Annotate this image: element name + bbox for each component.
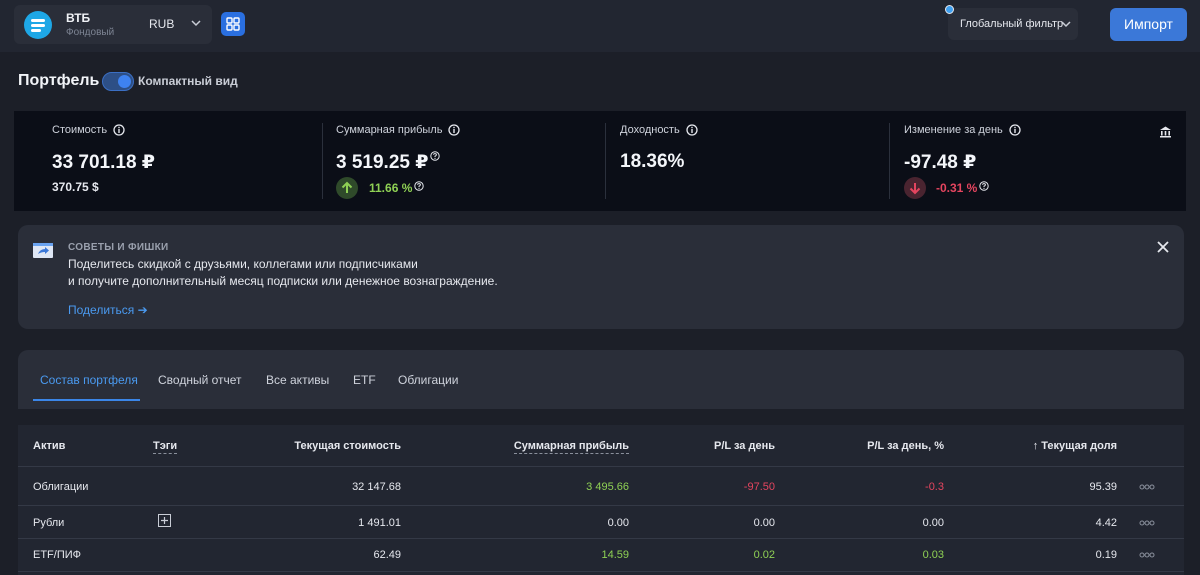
cell-pl-day: 0.00 xyxy=(753,517,775,529)
currency-select[interactable]: RUB xyxy=(149,17,174,31)
tab-bonds[interactable]: Облигации xyxy=(398,373,458,387)
add-tag-icon[interactable] xyxy=(158,514,171,527)
tab-bar: Состав портфеля Сводный отчет Все активы… xyxy=(18,350,1184,409)
cell-total-profit: 3 495.66 xyxy=(586,481,629,493)
widgets-button[interactable] xyxy=(221,12,245,36)
toggle-knob xyxy=(118,75,131,88)
cell-asset[interactable]: ETF/ПИФ xyxy=(33,549,81,561)
cell-share: 0.19 xyxy=(1095,549,1117,561)
more-options-icon[interactable] xyxy=(1139,484,1155,490)
stat-profit-label-text: Суммарная прибыль xyxy=(336,124,443,136)
stat-profit-label: Суммарная прибыль xyxy=(336,124,461,136)
holdings-table: Актив Тэги Текущая стоимость Суммарная п… xyxy=(18,425,1184,575)
chevron-down-icon[interactable] xyxy=(190,17,202,29)
info-icon[interactable] xyxy=(448,124,461,136)
tab-summary-report[interactable]: Сводный отчет xyxy=(158,373,242,387)
arrow-down-icon xyxy=(904,177,926,199)
col-pl-day-pct[interactable]: P/L за день, % xyxy=(867,440,944,452)
info-icon[interactable] xyxy=(113,124,125,136)
col-current-share[interactable]: ↑ Текущая доля xyxy=(1033,440,1117,452)
more-options-icon[interactable] xyxy=(1139,520,1155,526)
global-filter-label: Глобальный фильтр xyxy=(960,18,1064,30)
table-row[interactable]: Рубли 1 491.01 0.00 0.00 0.00 4.42 xyxy=(18,507,1184,539)
help-icon[interactable] xyxy=(414,181,425,191)
stat-day-change-label: Изменение за день xyxy=(904,124,1021,136)
stat-profit-main: 3 519.25 ₽ xyxy=(336,151,441,174)
page-title: Портфель xyxy=(18,72,100,89)
tips-title: СОВЕТЫ И ФИШКИ xyxy=(68,242,169,253)
info-icon[interactable] xyxy=(686,124,698,136)
table-header-row: Актив Тэги Текущая стоимость Суммарная п… xyxy=(18,425,1184,467)
active-tab-indicator xyxy=(33,399,140,401)
import-button[interactable]: Импорт xyxy=(1110,8,1187,41)
col-total-profit[interactable]: Суммарная прибыль xyxy=(513,440,629,454)
tips-text-line2: и получите дополнительный месяц подписки… xyxy=(68,274,498,288)
stats-panel: Стоимость 33 701.18 ₽ 370.75 $ Суммарная… xyxy=(14,111,1186,211)
cell-asset[interactable]: Рубли xyxy=(33,517,64,529)
col-tags[interactable]: Тэги xyxy=(153,440,178,454)
broker-name: ВТБ xyxy=(66,11,91,25)
col-current-value[interactable]: Текущая стоимость xyxy=(294,440,401,452)
divider xyxy=(605,123,606,199)
cell-share: 4.42 xyxy=(1095,517,1117,529)
compact-view-label: Компактный вид xyxy=(138,74,238,88)
cell-current-value: 1 491.01 xyxy=(358,517,401,529)
broker-type: Фондовый xyxy=(66,27,115,38)
tab-all-assets[interactable]: Все активы xyxy=(266,373,329,387)
cell-share: 95.39 xyxy=(1089,481,1117,493)
stat-yield-label-text: Доходность xyxy=(620,124,680,136)
more-options-icon[interactable] xyxy=(1139,552,1155,558)
stat-value-label: Стоимость xyxy=(52,124,125,136)
cell-pl-day-pct: 0.00 xyxy=(922,517,944,529)
tips-text-line1: Поделитесь скидкой с друзьями, коллегами… xyxy=(68,257,418,271)
broker-selector[interactable]: ВТБ Фондовый RUB xyxy=(14,5,212,44)
tips-card: СОВЕТЫ И ФИШКИ Поделитесь скидкой с друз… xyxy=(18,225,1184,329)
stat-yield-label: Доходность xyxy=(620,124,698,136)
cell-asset[interactable]: Облигации xyxy=(33,481,88,493)
stat-value-label-text: Стоимость xyxy=(52,124,108,136)
cell-pl-day-pct: -0.3 xyxy=(925,481,944,493)
tab-etf[interactable]: ETF xyxy=(353,373,376,387)
cell-pl-day: 0.02 xyxy=(753,549,775,561)
cell-total-profit: 14.59 xyxy=(601,549,629,561)
divider xyxy=(322,123,323,199)
filter-indicator-dot xyxy=(945,5,954,14)
global-filter[interactable]: Глобальный фильтр xyxy=(945,5,1078,40)
stat-profit-percent: 11.66 % xyxy=(369,181,425,195)
share-link[interactable]: Поделиться ➔ xyxy=(68,303,148,317)
stat-day-change-label-text: Изменение за день xyxy=(904,124,1003,136)
info-icon[interactable] xyxy=(1009,124,1021,136)
divider xyxy=(889,123,890,199)
arrow-up-icon xyxy=(336,177,358,199)
top-bar: ВТБ Фондовый RUB Глобальный фильтр Импор… xyxy=(0,0,1200,52)
help-icon[interactable] xyxy=(979,181,990,191)
cell-total-profit: 0.00 xyxy=(607,517,629,529)
share-icon xyxy=(33,243,53,258)
cell-current-value: 32 147.68 xyxy=(352,481,401,493)
stat-yield-main: 18.36% xyxy=(620,151,685,172)
close-icon[interactable] xyxy=(1156,240,1170,254)
stat-day-change-percent: -0.31 % xyxy=(936,181,990,195)
stat-day-change-main: -97.48 ₽ xyxy=(904,152,977,173)
chevron-down-icon xyxy=(1061,21,1071,28)
stat-profit-percent-text: 11.66 % xyxy=(369,181,413,195)
cell-pl-day-pct: 0.03 xyxy=(922,549,944,561)
col-pl-day[interactable]: P/L за день xyxy=(714,440,775,452)
broker-logo-icon xyxy=(24,11,52,39)
cell-current-value: 62.49 xyxy=(373,549,401,561)
grid-icon xyxy=(226,17,240,31)
bank-icon[interactable] xyxy=(1159,125,1172,138)
stat-day-change-percent-text: -0.31 % xyxy=(936,181,978,195)
stat-value-main: 33 701.18 ₽ xyxy=(52,152,156,173)
help-icon[interactable] xyxy=(430,151,441,161)
compact-view-toggle[interactable] xyxy=(102,72,134,91)
stat-profit-value: 3 519.25 ₽ xyxy=(336,152,429,173)
cell-pl-day: -97.50 xyxy=(743,481,775,493)
table-row[interactable]: Облигации 32 147.68 3 495.66 -97.50 -0.3… xyxy=(18,468,1184,506)
col-asset[interactable]: Актив xyxy=(33,440,65,452)
stat-value-usd: 370.75 $ xyxy=(52,180,99,194)
table-row[interactable]: ETF/ПИФ 62.49 14.59 0.02 0.03 0.19 xyxy=(18,540,1184,572)
tab-portfolio-composition[interactable]: Состав портфеля xyxy=(40,373,138,387)
